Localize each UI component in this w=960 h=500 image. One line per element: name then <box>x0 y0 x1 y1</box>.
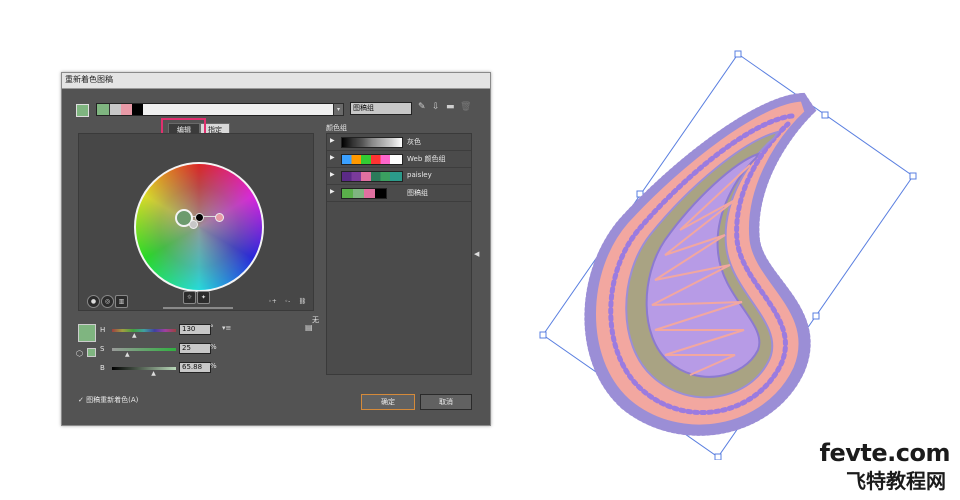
cancel-button[interactable]: 取消 <box>420 394 472 410</box>
smooth-wheel-button[interactable]: ● <box>87 295 100 308</box>
paisley-artwork[interactable] <box>530 40 930 460</box>
slider-h-unit: ° <box>210 324 214 332</box>
save-group-icon[interactable]: ⇩ <box>432 102 440 112</box>
none-label: 无 <box>312 316 319 324</box>
expand-triangle-icon[interactable]: ▶ <box>330 171 335 178</box>
segmented-wheel-button[interactable]: ◎ <box>101 295 114 308</box>
color-groups-panel: ▶ 灰色 ▶ Web 颜色组 ▶ paisley ▶ 图稿组 <box>326 133 472 375</box>
color-swatch-green[interactable] <box>97 104 110 115</box>
slider-b-label: B <box>100 364 105 372</box>
color-group-row[interactable]: ▶ 灰色 <box>327 134 471 151</box>
color-group-name: paisley <box>407 171 432 179</box>
slider-b-track[interactable] <box>112 367 176 370</box>
saturation-toggle-button[interactable]: ✦ <box>197 291 210 304</box>
color-group-row[interactable]: ▶ 图稿组 <box>327 185 471 202</box>
colorbar-dropdown-arrow[interactable]: ▾ <box>333 103 344 116</box>
color-knob-gray[interactable] <box>189 220 198 229</box>
slider-s-label: S <box>100 345 105 353</box>
watermark-site-name: 飞特教程网 <box>846 469 946 493</box>
link-harmony-icon[interactable]: ⛓ <box>297 296 308 307</box>
recolor-art-checkbox[interactable]: ✓ 图稿重新着色(A) <box>78 395 138 405</box>
selection-handle[interactable] <box>734 50 742 58</box>
color-mode-menu-icon[interactable]: ▾≡ <box>222 324 231 332</box>
slider-s-unit: % <box>210 343 217 351</box>
eyedropper-icon[interactable]: ✎ <box>418 102 426 112</box>
slider-b-unit: % <box>210 362 217 370</box>
slider-h-track[interactable] <box>112 329 176 332</box>
expand-triangle-icon[interactable]: ▶ <box>330 154 335 161</box>
slider-h-thumb[interactable]: ▲ <box>132 332 137 339</box>
dialog-titlebar[interactable]: 重新着色图稿 <box>62 73 490 89</box>
color-group-swatches <box>341 137 403 148</box>
color-swatch-pink[interactable] <box>121 104 132 115</box>
trash-icon[interactable]: 🗑 <box>460 102 471 112</box>
current-color-swatch[interactable] <box>76 104 89 117</box>
color-swatch-gray[interactable] <box>110 104 121 115</box>
selected-color-swatch[interactable] <box>78 324 96 342</box>
color-group-name: 灰色 <box>407 138 421 146</box>
color-group-name: 图稿组 <box>407 189 428 197</box>
ok-button[interactable]: 确定 <box>361 394 415 410</box>
color-group-row[interactable]: ▶ paisley <box>327 168 471 185</box>
watermark-domain: fevte.com <box>819 439 951 467</box>
color-swatch-black[interactable] <box>132 104 143 115</box>
add-color-tool-icon[interactable]: ◦+ <box>267 296 278 307</box>
color-group-name-field[interactable]: 图稿组 <box>350 102 412 115</box>
color-group-name: Web 颜色组 <box>407 155 446 163</box>
color-groups-header: 颜色组 <box>326 124 347 132</box>
brightness-toggle-button[interactable]: ☼ <box>183 291 196 304</box>
color-library-icon[interactable]: ▤ <box>305 323 313 332</box>
selection-handle[interactable] <box>714 453 722 460</box>
wheel-shading <box>136 164 262 290</box>
slider-h-label: H <box>100 326 106 334</box>
color-group-row[interactable]: ▶ Web 颜色组 <box>327 151 471 168</box>
color-bars-button[interactable]: ▥ <box>115 295 128 308</box>
new-folder-icon[interactable]: ▬ <box>446 102 455 112</box>
color-wheel[interactable] <box>134 162 264 292</box>
current-colors-bar[interactable] <box>96 103 334 116</box>
color-group-swatches <box>341 171 403 182</box>
expand-triangle-icon[interactable]: ▶ <box>330 188 335 195</box>
color-mode-cube-icon[interactable]: ⬡ <box>76 349 83 358</box>
recolor-art-label: 图稿重新着色(A) <box>86 396 139 404</box>
color-knob-pink[interactable] <box>215 213 224 222</box>
color-group-swatches <box>341 154 403 165</box>
selection-handle[interactable] <box>812 312 820 320</box>
slider-s-track[interactable] <box>112 348 176 351</box>
dialog-title: 重新着色图稿 <box>65 75 113 84</box>
selection-handle[interactable] <box>821 111 829 119</box>
expand-triangle-icon[interactable]: ▶ <box>330 137 335 144</box>
slider-s-value[interactable]: 25 <box>179 343 211 354</box>
slider-b-thumb[interactable]: ▲ <box>151 370 156 377</box>
panel-collapse-arrow[interactable]: ◀ <box>474 250 479 258</box>
slider-b-value[interactable]: 65.88 <box>179 362 211 373</box>
checkbox-check-icon: ✓ <box>78 396 84 404</box>
selection-handle[interactable] <box>909 172 917 180</box>
brightness-slider[interactable] <box>163 307 233 309</box>
small-color-swatch <box>87 348 96 357</box>
slider-h-value[interactable]: 130 <box>179 324 211 335</box>
color-group-swatches <box>341 188 387 199</box>
recolor-artwork-dialog: 重新着色图稿 ▾ 图稿组 ✎ ⇩ ▬ 🗑 编辑 指定 ● ◎ ▥ ☼ ✦ ◦+ … <box>61 72 491 426</box>
selection-handle[interactable] <box>539 331 547 339</box>
remove-color-tool-icon[interactable]: ◦- <box>282 296 293 307</box>
slider-s-thumb[interactable]: ▲ <box>125 351 130 358</box>
